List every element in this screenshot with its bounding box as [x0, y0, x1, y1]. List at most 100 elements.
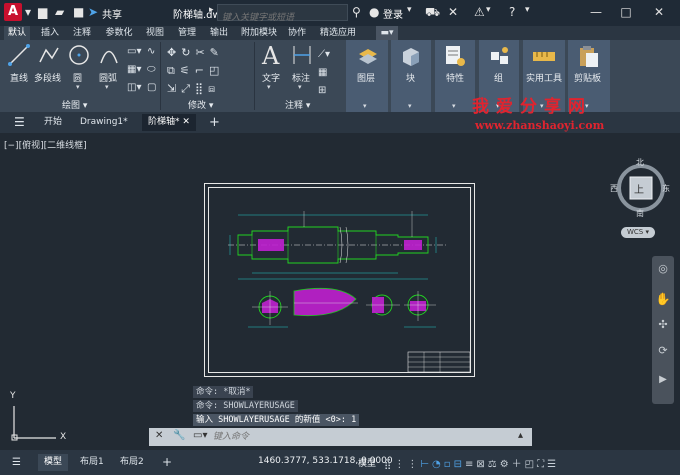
workspace-icon[interactable]: ⚙ — [500, 459, 512, 470]
explode-icon[interactable]: ◰ — [209, 64, 224, 77]
layers-icon[interactable] — [357, 46, 379, 68]
table-icon[interactable]: ▦ — [318, 67, 327, 78]
grid-icon[interactable]: ⣿ — [384, 459, 394, 470]
help-icon[interactable]: ? — [509, 5, 515, 19]
app-logo[interactable]: A — [4, 3, 22, 21]
draw-panel-title[interactable]: 绘图 ▾ — [62, 100, 87, 112]
draw-more-icon[interactable]: ◫▾ — [127, 82, 141, 93]
block-icon[interactable] — [400, 46, 422, 68]
group-icon[interactable] — [488, 44, 512, 68]
group-label[interactable]: 组 — [494, 71, 503, 84]
tab-extra-button[interactable]: ▬▾ — [376, 26, 398, 40]
showmotion-icon[interactable]: ▶ — [655, 374, 671, 390]
rotate-icon[interactable]: ↻ — [181, 46, 195, 59]
annotation-scale-icon[interactable]: ⚖ — [488, 459, 500, 470]
hatch-icon[interactable]: ▦▾ — [127, 64, 141, 75]
tab-layout1[interactable]: 布局1 — [74, 454, 110, 471]
annotation-small-icons[interactable]: ⟋▾ ▦ ⊞ — [318, 46, 330, 100]
new-file-icon[interactable]: ▆ — [38, 5, 47, 19]
connect-icon[interactable]: ⚠ — [474, 5, 485, 19]
tab-default[interactable]: 默认 — [4, 26, 30, 40]
save-icon[interactable]: ■ — [73, 5, 84, 19]
trim-icon[interactable]: ✂ — [195, 46, 209, 59]
tab-model[interactable]: 模型 — [38, 454, 69, 471]
tab-output[interactable]: 输出 — [206, 26, 232, 40]
minimize-button[interactable]: — — [585, 3, 607, 21]
maximize-button[interactable]: □ — [615, 3, 637, 21]
clipboard-label[interactable]: 剪贴板 — [574, 71, 601, 84]
offset-icon[interactable]: ⧈ — [208, 82, 220, 95]
region-icon[interactable]: ▢ — [147, 82, 156, 93]
wcs-menu[interactable]: WCS ▾ — [621, 227, 655, 238]
fillet-icon[interactable]: ⌐ — [195, 64, 209, 77]
tab-addins[interactable]: 附加模块 — [238, 26, 280, 40]
copy-icon[interactable]: ⧉ — [167, 64, 180, 77]
annotation-panel-title[interactable]: 注释 ▾ — [285, 100, 310, 112]
line-icon[interactable] — [8, 44, 30, 66]
new-tab-button[interactable]: + — [203, 114, 226, 131]
share-icon[interactable]: ➤ — [88, 5, 98, 19]
command-line[interactable]: ✕ 🔧 ▭▾ ▴ — [149, 428, 532, 446]
customize-status-icon[interactable]: ☰ — [547, 459, 559, 470]
polyline-icon[interactable] — [38, 44, 60, 66]
fullscreen-icon[interactable]: ⛶ — [537, 459, 547, 470]
view-controls-label[interactable]: [−][俯视][二维线框] — [4, 138, 87, 151]
spline-icon[interactable]: ∿ — [147, 46, 155, 57]
text-icon[interactable]: A — [262, 42, 279, 70]
stretch-icon[interactable]: ⇲ — [167, 82, 181, 95]
leader-icon[interactable]: ⟋▾ — [318, 49, 330, 60]
otrack-icon[interactable]: ⊟ — [454, 459, 465, 470]
dimension-dropdown-icon[interactable]: ▾ — [298, 83, 302, 91]
text-dropdown-icon[interactable]: ▾ — [267, 83, 271, 91]
viewcube-east[interactable]: 东 — [662, 183, 670, 194]
modify-panel-title[interactable]: 修改 ▾ — [188, 100, 213, 112]
model-space-button[interactable]: 模型 — [358, 456, 376, 469]
polar-icon[interactable]: ◔ — [432, 459, 444, 470]
utilities-icon[interactable] — [532, 48, 556, 64]
text-tool-label[interactable]: 文字 — [262, 71, 280, 84]
dimension-icon[interactable] — [292, 44, 312, 66]
command-input[interactable] — [213, 430, 513, 444]
close-button[interactable]: ✕ — [648, 3, 670, 21]
login-button[interactable]: 登录 — [383, 6, 403, 21]
properties-icon[interactable] — [444, 44, 466, 68]
tab-layout2[interactable]: 布局2 — [114, 454, 150, 471]
steering-wheel-icon[interactable]: ◎ — [655, 262, 671, 278]
layout-menu-icon[interactable]: ☰ — [6, 454, 27, 471]
zoom-icon[interactable]: ✣ — [655, 318, 671, 334]
menu-icon[interactable]: ☰ — [8, 114, 31, 131]
search-box[interactable] — [217, 4, 348, 26]
command-history-toggle-icon[interactable]: ▴ — [518, 430, 523, 441]
markup-icon[interactable]: ⊞ — [318, 85, 326, 96]
clipboard-icon[interactable] — [578, 44, 600, 68]
add-layout-button[interactable]: + — [156, 454, 178, 471]
block-dropdown-icon[interactable]: ▾ — [408, 102, 412, 110]
help-arrow-icon[interactable]: ▾ — [525, 5, 530, 15]
layers-label[interactable]: 图层 — [357, 71, 375, 84]
units-icon[interactable]: ＋ — [512, 459, 525, 470]
viewcube-west[interactable]: 西 — [610, 183, 618, 194]
properties-dropdown-icon[interactable]: ▾ — [452, 102, 456, 110]
tab-collaborate[interactable]: 协作 — [284, 26, 310, 40]
scale-icon[interactable]: ⤢ — [181, 82, 195, 95]
open-folder-icon[interactable]: ▰ — [55, 5, 64, 19]
isolate-icon[interactable]: ◰ — [525, 459, 537, 470]
customize-icon[interactable]: 🔧 — [173, 430, 185, 441]
arc-icon[interactable] — [98, 44, 120, 66]
transparency-icon[interactable]: ⊠ — [476, 459, 487, 470]
utilities-label[interactable]: 实用工具 — [526, 71, 562, 84]
properties-label[interactable]: 特性 — [446, 71, 464, 84]
close-command-icon[interactable]: ✕ — [155, 430, 163, 441]
ortho-icon[interactable]: ⊢ — [420, 459, 432, 470]
mirror-icon[interactable]: ⚟ — [180, 64, 195, 77]
share-label[interactable]: 共享 — [102, 6, 122, 21]
modify-tools-grid[interactable]: ✥↻✂✎ ⧉⚟⌐◰ ⇲⤢⣿⧈ — [167, 44, 253, 98]
tab-annotate[interactable]: 注释 — [69, 26, 95, 40]
search-icon[interactable]: ⚲ — [352, 5, 361, 19]
layers-dropdown-icon[interactable]: ▾ — [363, 102, 367, 110]
rectangle-icon[interactable]: ▭▾ — [127, 46, 141, 57]
exchange-icon[interactable]: ✕ — [448, 5, 458, 19]
tab-insert[interactable]: 插入 — [37, 26, 63, 40]
move-icon[interactable]: ✥ — [167, 46, 181, 59]
tab-manage[interactable]: 管理 — [174, 26, 200, 40]
